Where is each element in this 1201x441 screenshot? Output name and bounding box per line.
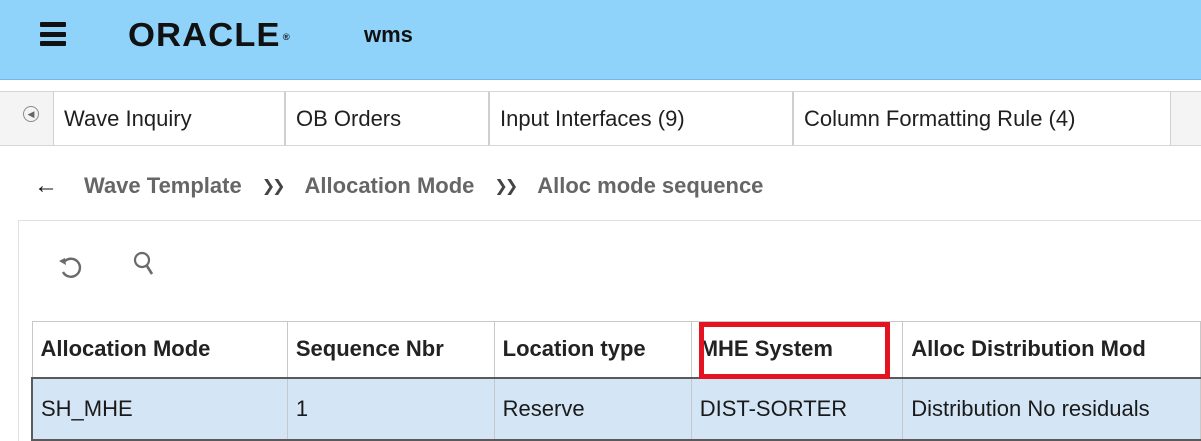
alloc-mode-sequence-table: Allocation Mode Sequence Nbr Location ty…: [30, 321, 1201, 441]
tab-input-interfaces[interactable]: Input Interfaces (9): [489, 92, 793, 145]
breadcrumb-alloc-mode-sequence: Alloc mode sequence: [537, 173, 764, 198]
column-header-alloc-distribution-mode[interactable]: Alloc Distribution Mod: [902, 321, 1201, 378]
breadcrumb-allocation-mode[interactable]: Allocation Mode: [305, 173, 475, 199]
table-row[interactable]: SH_MHE 1 Reserve DIST-SORTER Distributio…: [30, 376, 1201, 441]
breadcrumb-separator-icon: ❯❯: [494, 178, 518, 195]
cell-sequence-nbr[interactable]: 1: [286, 376, 495, 441]
breadcrumb-separator-icon: ❯❯: [261, 178, 286, 195]
column-header-allocation-mode[interactable]: Allocation Mode: [31, 321, 288, 378]
tab-strip: ◀ Wave Inquiry OB Orders Input Interface…: [0, 91, 1201, 146]
breadcrumb-wave-template[interactable]: Wave Template: [84, 173, 242, 199]
table-header-row: Allocation Mode Sequence Nbr Location ty…: [31, 321, 1201, 378]
tab-wave-inquiry[interactable]: Wave Inquiry: [53, 92, 285, 145]
cell-location-type[interactable]: Reserve: [493, 376, 692, 441]
cell-allocation-mode[interactable]: SH_MHE: [30, 376, 288, 441]
search-icon[interactable]: [131, 249, 161, 279]
refresh-icon[interactable]: [55, 251, 85, 281]
tab-ob-orders[interactable]: OB Orders: [285, 92, 489, 145]
tab-column-formatting-rule[interactable]: Column Formatting Rule (4): [793, 92, 1171, 145]
app-name: wms: [364, 22, 413, 47]
cell-mhe-system[interactable]: DIST-SORTER: [690, 376, 904, 441]
app-header: ORACLE ® wms: [0, 0, 1201, 80]
column-header-sequence-nbr[interactable]: Sequence Nbr: [286, 321, 495, 378]
cell-alloc-distribution-mode[interactable]: Distribution No residuals: [902, 376, 1201, 441]
hamburger-menu-icon[interactable]: [40, 22, 66, 46]
back-arrow-icon[interactable]: ←: [34, 172, 58, 200]
oracle-logo: ORACLE ®: [128, 16, 291, 53]
column-header-location-type[interactable]: Location type: [493, 321, 692, 378]
tab-scroll-left-icon[interactable]: ◀: [23, 106, 39, 122]
content-panel: Allocation Mode Sequence Nbr Location ty…: [18, 220, 1201, 441]
column-header-mhe-system[interactable]: MHE System: [690, 321, 904, 378]
breadcrumb: ← Wave Template ❯❯ Allocation Mode ❯❯ Al…: [0, 166, 1201, 206]
